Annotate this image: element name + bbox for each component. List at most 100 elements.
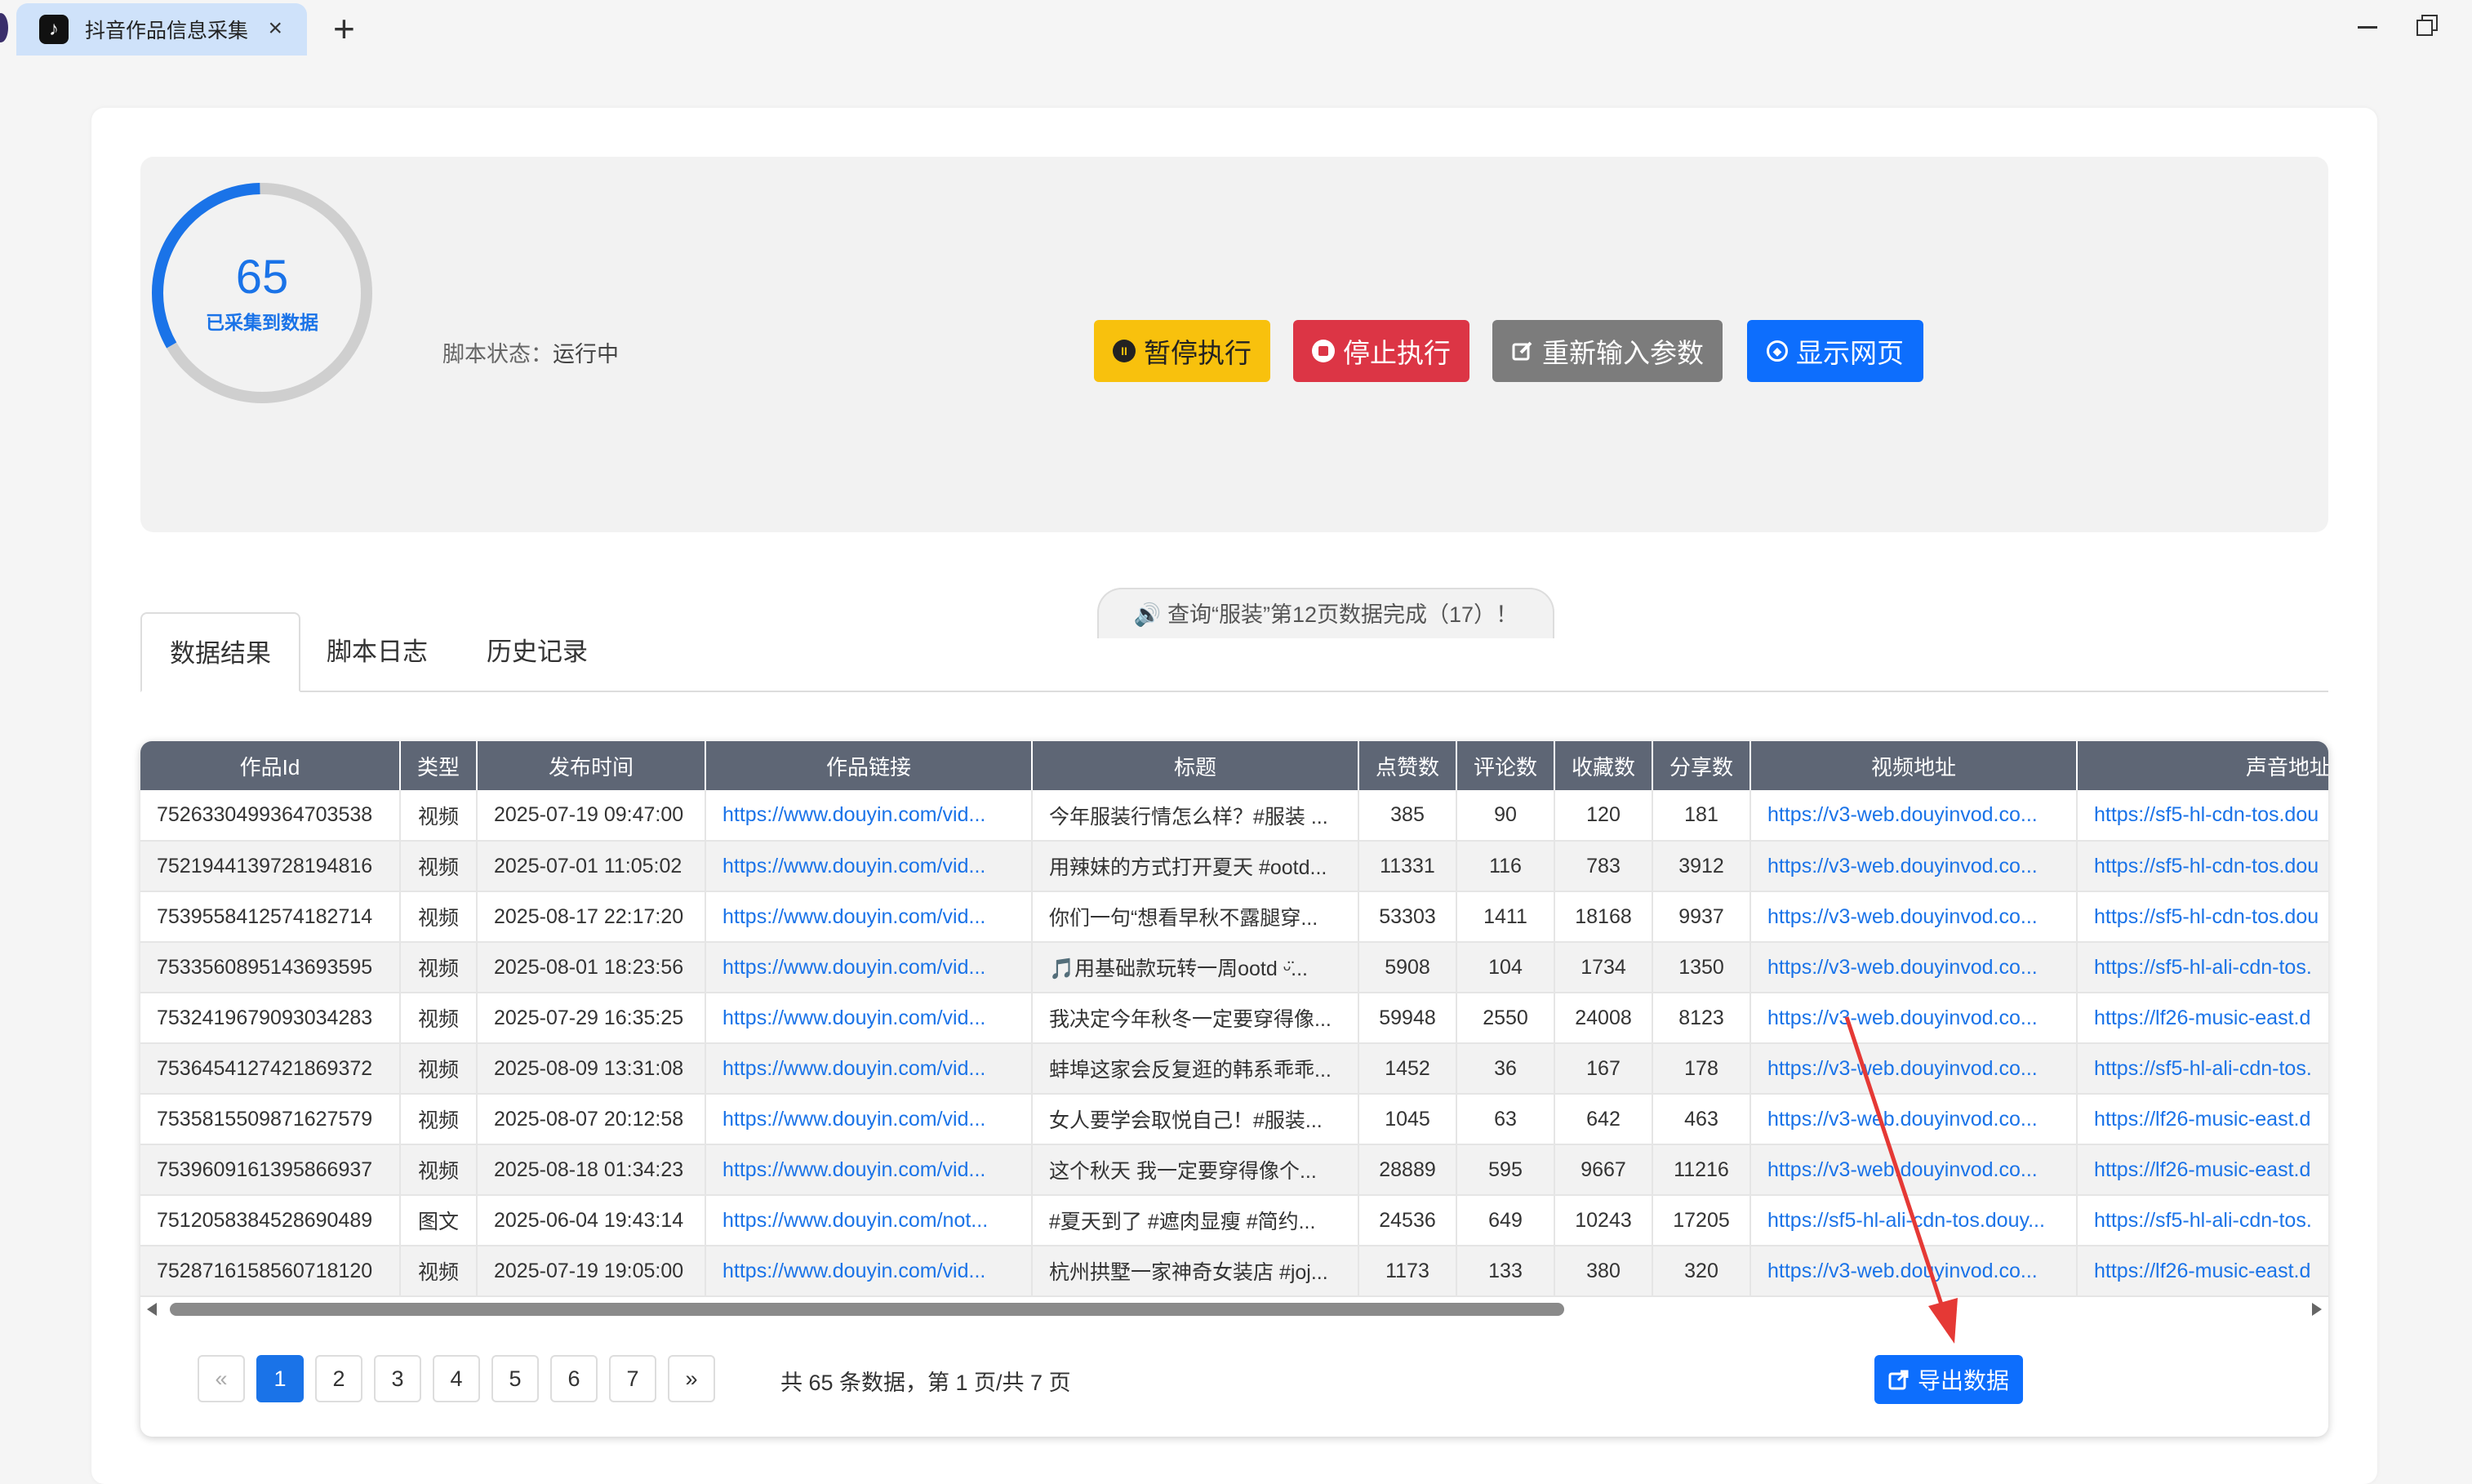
col-header-title[interactable]: 标题	[1032, 741, 1359, 790]
col-header-audio-url[interactable]: 声音地址	[2077, 741, 2328, 790]
cell-audio-url[interactable]: https://lf26-music-east.d	[2077, 993, 2328, 1044]
pause-icon: II	[1113, 340, 1136, 362]
tab-history[interactable]: 历史记录	[459, 612, 616, 692]
cell-id: 7535815509871627579	[140, 1094, 401, 1145]
cell-favorites: 10243	[1554, 1195, 1653, 1246]
cell-audio-url[interactable]: https://sf5-hl-ali-cdn-tos.	[2077, 1195, 2328, 1246]
cell-comments: 595	[1456, 1144, 1555, 1196]
cell-link[interactable]: https://www.douyin.com/vid...	[705, 891, 1033, 943]
cell-audio-url[interactable]: https://sf5-hl-cdn-tos.dou	[2077, 841, 2328, 892]
table-row[interactable]: 7539609161395866937 视频 2025-08-18 01:34:23…	[140, 1144, 2328, 1196]
pause-button[interactable]: II 暂停执行	[1094, 320, 1270, 382]
col-header-comments[interactable]: 评论数	[1456, 741, 1555, 790]
cell-audio-url[interactable]: https://sf5-hl-cdn-tos.dou	[2077, 891, 2328, 943]
table-row[interactable]: 7521944139728194816 视频 2025-07-01 11:05:02…	[140, 841, 2328, 892]
col-header-time[interactable]: 发布时间	[477, 741, 706, 790]
cell-title: 杭州拱墅一家神奇女装店 #joj...	[1032, 1246, 1359, 1297]
col-header-link[interactable]: 作品链接	[705, 741, 1033, 790]
table-row[interactable]: 7512058384528690489 图文 2025-06-04 19:43:14…	[140, 1195, 2328, 1246]
collected-count: 65	[235, 251, 289, 304]
cell-title: 用辣妹的方式打开夏天 #ootd...	[1032, 841, 1359, 892]
cell-time: 2025-08-09 13:31:08	[477, 1043, 706, 1095]
page-6-button[interactable]: 6	[550, 1355, 598, 1402]
col-header-type[interactable]: 类型	[400, 741, 478, 790]
cell-video-url[interactable]: https://v3-web.douyinvod.co...	[1750, 1094, 2078, 1145]
restore-button[interactable]	[2416, 15, 2438, 36]
table-row[interactable]: 7536454127421869372 视频 2025-08-09 13:31:08…	[140, 1043, 2328, 1095]
cell-link[interactable]: https://www.douyin.com/vid...	[705, 790, 1033, 842]
col-header-likes[interactable]: 点赞数	[1358, 741, 1457, 790]
page-2-button[interactable]: 2	[315, 1355, 362, 1402]
new-tab-button[interactable]: +	[333, 8, 355, 49]
cell-video-url[interactable]: https://sf5-hl-ali-cdn-tos.douy...	[1750, 1195, 2078, 1246]
col-header-id[interactable]: 作品Id	[140, 741, 401, 790]
cell-time: 2025-08-01 18:23:56	[477, 942, 706, 993]
cell-audio-url[interactable]: https://lf26-music-east.d	[2077, 1144, 2328, 1196]
cell-id: 7536454127421869372	[140, 1043, 401, 1095]
cell-audio-url[interactable]: https://sf5-hl-ali-cdn-tos.	[2077, 942, 2328, 993]
cell-link[interactable]: https://www.douyin.com/vid...	[705, 993, 1033, 1044]
cell-audio-url[interactable]: https://sf5-hl-cdn-tos.dou	[2077, 790, 2328, 842]
cell-type: 视频	[400, 993, 478, 1044]
cell-video-url[interactable]: https://v3-web.douyinvod.co...	[1750, 942, 2078, 993]
cell-link[interactable]: https://www.douyin.com/vid...	[705, 1094, 1033, 1145]
cell-audio-url[interactable]: https://sf5-hl-ali-cdn-tos.	[2077, 1043, 2328, 1095]
reenter-params-button[interactable]: 重新输入参数	[1492, 320, 1723, 382]
scrollbar-thumb[interactable]	[170, 1303, 1564, 1316]
page-3-button[interactable]: 3	[374, 1355, 421, 1402]
cell-audio-url[interactable]: https://lf26-music-east.d	[2077, 1094, 2328, 1145]
table-row[interactable]: 7526330499364703538 视频 2025-07-19 09:47:00…	[140, 790, 2328, 842]
close-tab-icon[interactable]: ×	[268, 16, 282, 41]
cell-link[interactable]: https://www.douyin.com/not...	[705, 1195, 1033, 1246]
stop-button-label: 停止执行	[1343, 338, 1451, 368]
col-header-favorites[interactable]: 收藏数	[1554, 741, 1653, 790]
scroll-left-icon[interactable]	[147, 1303, 157, 1316]
export-data-button[interactable]: 导出数据	[1874, 1355, 2023, 1404]
cell-type: 视频	[400, 1144, 478, 1196]
cell-video-url[interactable]: https://v3-web.douyinvod.co...	[1750, 841, 2078, 892]
table-row[interactable]: 7528716158560718120 视频 2025-07-19 19:05:00…	[140, 1246, 2328, 1297]
page-5-button[interactable]: 5	[491, 1355, 539, 1402]
cell-title: #夏天到了 #遮肉显瘦 #简约...	[1032, 1195, 1359, 1246]
cell-id: 7539609161395866937	[140, 1144, 401, 1196]
horizontal-scrollbar[interactable]	[140, 1298, 2328, 1322]
cell-video-url[interactable]: https://v3-web.douyinvod.co...	[1750, 1043, 2078, 1095]
next-page-button[interactable]: »	[668, 1355, 715, 1402]
data-table-panel: 作品Id 类型 发布时间 作品链接 标题 点赞数 评论数 收藏数 分享数 视频地…	[140, 741, 2328, 1437]
minimize-button[interactable]	[2358, 26, 2377, 29]
cell-link[interactable]: https://www.douyin.com/vid...	[705, 1043, 1033, 1095]
cell-time: 2025-08-07 20:12:58	[477, 1094, 706, 1145]
scroll-right-icon[interactable]	[2312, 1303, 2322, 1316]
page-1-button[interactable]: 1	[256, 1355, 304, 1402]
cell-comments: 649	[1456, 1195, 1555, 1246]
cell-video-url[interactable]: https://v3-web.douyinvod.co...	[1750, 993, 2078, 1044]
page-4-button[interactable]: 4	[433, 1355, 480, 1402]
col-header-shares[interactable]: 分享数	[1652, 741, 1751, 790]
cell-link[interactable]: https://www.douyin.com/vid...	[705, 1144, 1033, 1196]
page-7-button[interactable]: 7	[609, 1355, 656, 1402]
show-webpage-button[interactable]: ◆ 显示网页	[1747, 320, 1923, 382]
cell-video-url[interactable]: https://v3-web.douyinvod.co...	[1750, 891, 2078, 943]
stop-button[interactable]: 停止执行	[1293, 320, 1469, 382]
table-row[interactable]: 7533560895143693595 视频 2025-08-01 18:23:56…	[140, 942, 2328, 993]
progress-ring: 65 已采集到数据	[145, 176, 379, 410]
cell-link[interactable]: https://www.douyin.com/vid...	[705, 942, 1033, 993]
browser-tab[interactable]: ♪ 抖音作品信息采集 ×	[16, 3, 307, 56]
table-row[interactable]: 7539558412574182714 视频 2025-08-17 22:17:20…	[140, 891, 2328, 943]
cell-id: 7539558412574182714	[140, 891, 401, 943]
cell-id: 7512058384528690489	[140, 1195, 401, 1246]
table-row[interactable]: 7532419679093034283 视频 2025-07-29 16:35:25…	[140, 993, 2328, 1044]
tab-data-results[interactable]: 数据结果	[140, 612, 300, 692]
cell-likes: 28889	[1358, 1144, 1457, 1196]
cell-type: 视频	[400, 1094, 478, 1145]
prev-page-button[interactable]: «	[198, 1355, 245, 1402]
cell-link[interactable]: https://www.douyin.com/vid...	[705, 1246, 1033, 1297]
col-header-video-url[interactable]: 视频地址	[1750, 741, 2078, 790]
table-row[interactable]: 7535815509871627579 视频 2025-08-07 20:12:58…	[140, 1094, 2328, 1145]
cell-video-url[interactable]: https://v3-web.douyinvod.co...	[1750, 790, 2078, 842]
cell-video-url[interactable]: https://v3-web.douyinvod.co...	[1750, 1246, 2078, 1297]
cell-link[interactable]: https://www.douyin.com/vid...	[705, 841, 1033, 892]
tab-script-log[interactable]: 脚本日志	[299, 612, 456, 692]
cell-video-url[interactable]: https://v3-web.douyinvod.co...	[1750, 1144, 2078, 1196]
cell-audio-url[interactable]: https://lf26-music-east.d	[2077, 1246, 2328, 1297]
